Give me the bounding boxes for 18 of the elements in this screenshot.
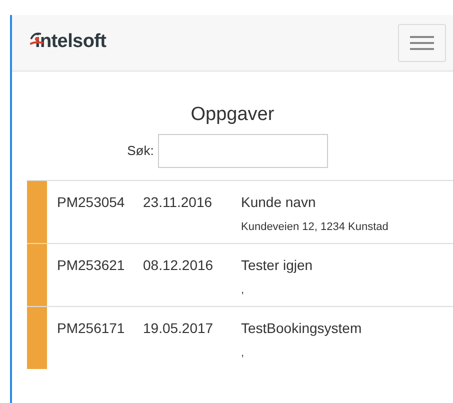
task-id: PM256171 xyxy=(57,318,126,338)
task-id: PM253621 xyxy=(57,256,126,274)
task-date: 19.05.2017 xyxy=(143,318,214,338)
task-id: PM253054 xyxy=(57,192,126,212)
logo[interactable]: intelsoft xyxy=(35,28,106,57)
page-title: Oppgaver xyxy=(190,103,276,127)
task-address: Kundeveien 12, 1234 Kunstad xyxy=(241,220,388,234)
task-date: 08.12.2016 xyxy=(143,256,214,274)
search-field[interactable] xyxy=(158,134,328,168)
search-label: Søk: xyxy=(127,142,154,160)
menu-icon xyxy=(410,34,434,50)
task-address: , xyxy=(241,346,246,360)
task-address: , xyxy=(241,282,246,298)
task-name: Kunde navn xyxy=(241,192,317,212)
task-name: Tester igjen xyxy=(241,256,313,275)
task-date: 23.11.2016 xyxy=(143,192,214,212)
menu-button[interactable] xyxy=(398,24,446,62)
task-name: TestBookingsystem xyxy=(241,318,362,338)
